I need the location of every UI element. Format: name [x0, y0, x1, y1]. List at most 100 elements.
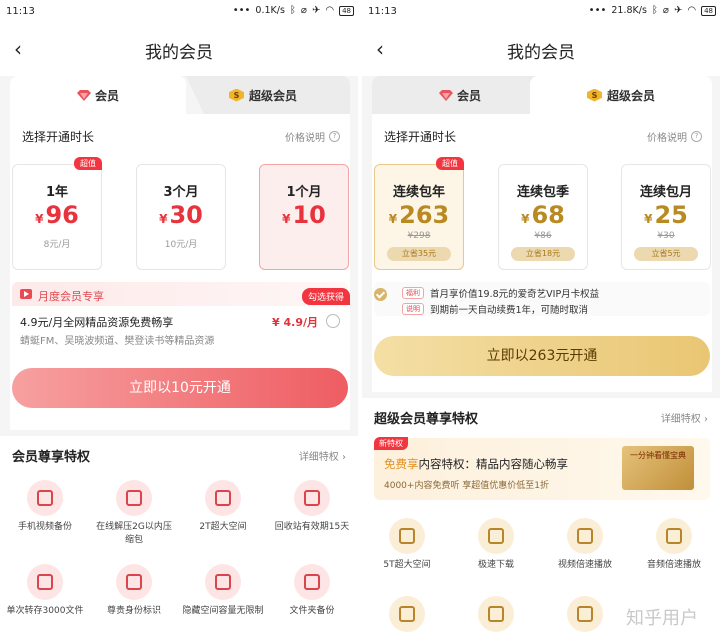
subscribe-button[interactable]: 立即以10元开通: [12, 368, 348, 408]
new-privilege-card[interactable]: 新特权 免费享内容特权：精品内容随心畅享 4000+内容免费听 享超值优惠价低至…: [374, 437, 710, 500]
price-help-label: 价格说明: [285, 133, 325, 144]
plan-name: 连续包月: [639, 185, 692, 200]
cloud-icon: [567, 596, 603, 632]
right-screen: 11:13 ••• 21.8K/s ᛒ ⌀ ✈ ◠ 48 ‹ 我的会员 会员 S…: [362, 0, 720, 640]
super-badge-icon: S: [586, 88, 602, 102]
recycle-bin-icon: [294, 480, 330, 516]
tab-member[interactable]: 会员: [10, 76, 186, 114]
benefit-item[interactable]: [544, 596, 626, 632]
plan-price: ¥30: [137, 201, 225, 229]
glyph: [577, 606, 593, 622]
price-value: 30: [169, 201, 203, 229]
dots-icon: •••: [232, 4, 251, 16]
plan-card-annual[interactable]: 超值 连续包年 ¥263 ¥298 立省35元: [374, 157, 464, 270]
transfer-icon: [478, 596, 514, 632]
checkbox-checked-icon[interactable]: [374, 288, 387, 301]
benefits-more-link[interactable]: 详细特权 ›: [661, 410, 708, 425]
hot-tag: 超值: [436, 157, 464, 170]
tab-member[interactable]: 会员: [372, 76, 548, 114]
price-value: 96: [45, 201, 79, 229]
price-help-label: 价格说明: [647, 133, 687, 144]
plan-card-3month[interactable]: 3个月 ¥30 10元/月: [136, 164, 226, 270]
benefit-label: 视频倍速播放: [557, 560, 612, 570]
benefit-item[interactable]: 隐藏空间容量无限制: [182, 564, 264, 618]
glyph: [304, 490, 320, 506]
glyph: [37, 490, 53, 506]
plan-price: ¥263: [375, 201, 463, 229]
benefit-item[interactable]: 单次转存3000文件: [4, 564, 86, 618]
benefits-more-link[interactable]: 详细特权 ›: [299, 448, 346, 463]
plan-card-quarterly[interactable]: 连续包季 ¥68 ¥86 立省18元: [498, 164, 588, 270]
promo-price: ¥ 4.9/月: [272, 316, 318, 329]
save-tag: 立省5元: [634, 247, 698, 261]
price-help-link[interactable]: 价格说明 ?: [647, 129, 702, 144]
battery-icon: 48: [701, 5, 716, 16]
benefit-item[interactable]: 手机视频备份: [4, 480, 86, 534]
network-speed: 21.8K/s: [611, 5, 647, 16]
benefit-item[interactable]: 5T超大空间: [366, 518, 448, 572]
benefit-item[interactable]: [366, 596, 448, 632]
benefit-item[interactable]: 文件夹备份: [271, 564, 353, 618]
airplane-icon: ✈: [673, 4, 683, 16]
perk-text: 首月享价值19.8元的爱奇艺VIP月卡权益: [430, 289, 600, 300]
promo-desc: 4.9元/月全网精品资源免费畅享: [20, 316, 174, 329]
benefit-label: 单次转存3000文件: [6, 606, 84, 616]
header: ‹ 我的会员: [0, 24, 358, 76]
benefit-item[interactable]: 视频倍速播放: [544, 518, 626, 572]
benefit-label: 2T超大空间: [199, 522, 247, 532]
header: ‹ 我的会员: [362, 24, 720, 76]
status-indicators: ••• 0.1K/s ᛒ ⌀ ✈ ◠ 48: [233, 5, 354, 16]
plan-name: 连续包年: [392, 185, 445, 200]
autorenew-perks: 福利 首月享价值19.8元的爱奇艺VIP月卡权益 说明 到期前一天自动续费1年，…: [374, 282, 710, 316]
benefit-label: 5T超大空间: [383, 560, 431, 570]
page-title: 我的会员: [507, 43, 575, 63]
status-bar: 11:13 ••• 21.8K/s ᛒ ⌀ ✈ ◠ 48: [362, 0, 720, 24]
title-rest: 内容特权：精品内容随心畅享: [418, 457, 569, 471]
benefits-section: 会员尊享特权 详细特权 › 手机视频备份 在线解压2G以内压缩包 2T超大空间 …: [0, 436, 358, 640]
benefit-item[interactable]: 音频倍速播放: [633, 518, 715, 572]
subscribe-button[interactable]: 立即以263元开通: [374, 336, 710, 376]
promo-card: 月度会员专享 勾选获得 4.9元/月全网精品资源免费畅享 蜻蜓FM、吴晓波频道、…: [12, 282, 350, 348]
plan-name: 3个月: [163, 185, 199, 200]
benefit-item[interactable]: 2T超大空间: [182, 480, 264, 534]
currency: ¥: [644, 212, 653, 226]
plan-sub: 8元/月: [43, 240, 71, 250]
glyph: [488, 528, 504, 544]
section-title: 选择开通时长: [22, 130, 95, 144]
promo-radio[interactable]: [326, 314, 340, 328]
plan-card-1month[interactable]: 1个月 ¥10: [259, 164, 349, 270]
benefit-item[interactable]: [455, 596, 537, 632]
glyph: [577, 528, 593, 544]
benefit-item[interactable]: 尊贵身份标识: [93, 564, 175, 618]
fast-download-icon: [478, 518, 514, 554]
new-privilege-title: 免费享内容特权：精品内容随心畅享: [384, 456, 568, 472]
new-privilege-sub: 4000+内容免费听 享超值优惠价低至1折: [384, 481, 550, 491]
benefits-section: 超级会员尊享特权 详细特权 › 新特权 免费享内容特权：精品内容随心畅享 400…: [362, 398, 720, 640]
currency: ¥: [282, 212, 291, 226]
plan-card-monthly[interactable]: 连续包月 ¥25 ¥30 立省5元: [621, 164, 711, 270]
unzip-cloud-icon: [116, 480, 152, 516]
benefit-item[interactable]: 回收站有效期15天: [271, 480, 353, 534]
benefit-label: 手机视频备份: [17, 522, 72, 532]
tab-super-member[interactable]: S 超级会员: [530, 76, 712, 114]
save-tag: 立省18元: [511, 247, 575, 261]
benefit-label: 极速下载: [477, 560, 514, 570]
plan-card-1year[interactable]: 超值 1年 ¥96 8元/月: [12, 157, 102, 270]
benefit-item[interactable]: 极速下载: [455, 518, 537, 572]
folder-backup-icon: [294, 564, 330, 600]
membership-tabs: 会员 S 超级会员: [372, 76, 712, 114]
tab-label: 超级会员: [248, 88, 297, 103]
plan-price: ¥10: [260, 201, 348, 229]
plan-panel: 选择开通时长 价格说明 ? 超值 连续包年 ¥263 ¥298 立省35元 连续…: [372, 114, 712, 392]
status-bar: 11:13 ••• 0.1K/s ᛒ ⌀ ✈ ◠ 48: [0, 0, 358, 24]
save-tag: 立省35元: [387, 247, 451, 261]
tab-super-member[interactable]: S 超级会员: [186, 76, 350, 114]
price-help-link[interactable]: 价格说明 ?: [285, 129, 340, 144]
glyph: [399, 528, 415, 544]
fast-forward-icon: [389, 596, 425, 632]
glyph: [37, 574, 53, 590]
benefit-item[interactable]: 在线解压2G以内压缩包: [93, 480, 175, 547]
battery-icon: 48: [339, 5, 354, 16]
glyph: [126, 490, 142, 506]
benefit-label: 回收站有效期15天: [274, 522, 350, 532]
